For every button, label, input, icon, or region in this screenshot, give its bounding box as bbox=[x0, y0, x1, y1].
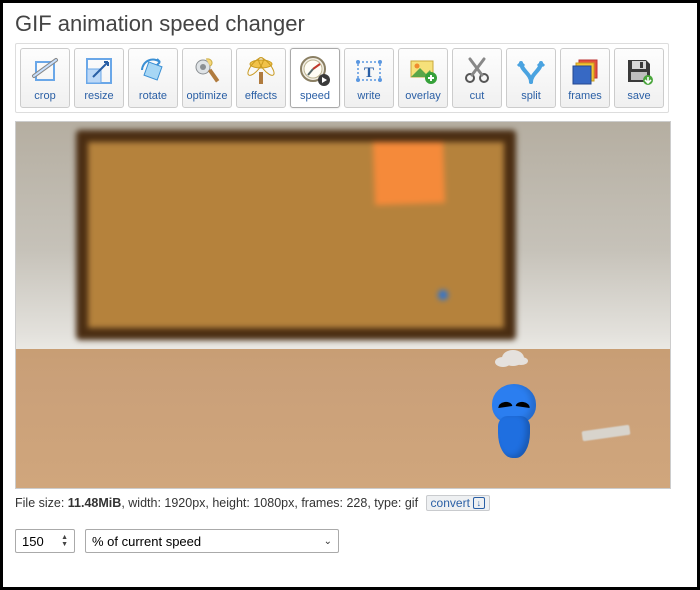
tool-label: write bbox=[357, 90, 380, 102]
preview-desk bbox=[16, 349, 670, 488]
tool-speed[interactable]: speed bbox=[290, 48, 340, 108]
height-value: 1080px bbox=[253, 496, 294, 510]
tool-label: frames bbox=[568, 90, 602, 102]
download-icon: ↓ bbox=[473, 497, 485, 509]
tool-label: cut bbox=[470, 90, 485, 102]
resize-icon bbox=[82, 54, 116, 88]
preview-corkboard bbox=[76, 130, 516, 340]
type-value: gif bbox=[405, 496, 418, 510]
width-label: , width: bbox=[121, 496, 164, 510]
file-info: File size: 11.48MiB, width: 1920px, heig… bbox=[15, 495, 685, 511]
tool-label: effects bbox=[245, 90, 277, 102]
frames-icon bbox=[568, 54, 602, 88]
speed-unit-selected: % of current speed bbox=[92, 534, 201, 549]
tool-save[interactable]: save bbox=[614, 48, 664, 108]
convert-label: convert bbox=[431, 496, 470, 510]
crop-icon bbox=[28, 54, 62, 88]
effects-icon bbox=[244, 54, 278, 88]
speed-value-input[interactable]: 150 ▲▼ bbox=[15, 529, 75, 553]
tool-crop[interactable]: crop bbox=[20, 48, 70, 108]
save-icon bbox=[622, 54, 656, 88]
page-title: GIF animation speed changer bbox=[15, 11, 685, 37]
tool-frames[interactable]: frames bbox=[560, 48, 610, 108]
tool-label: split bbox=[521, 90, 541, 102]
file-size-label: File size: bbox=[15, 496, 68, 510]
tool-label: save bbox=[627, 90, 650, 102]
gif-preview bbox=[15, 121, 671, 489]
frames-label: , frames: bbox=[294, 496, 346, 510]
split-icon bbox=[514, 54, 548, 88]
tool-overlay[interactable]: overlay bbox=[398, 48, 448, 108]
write-icon: T bbox=[352, 54, 386, 88]
tool-optimize[interactable]: optimize bbox=[182, 48, 232, 108]
rotate-icon bbox=[136, 54, 170, 88]
tool-rotate[interactable]: rotate bbox=[128, 48, 178, 108]
speed-icon bbox=[298, 54, 332, 88]
number-stepper-icon[interactable]: ▲▼ bbox=[61, 534, 68, 548]
chevron-down-icon: ⌄ bbox=[324, 536, 332, 547]
tool-cut[interactable]: cut bbox=[452, 48, 502, 108]
speed-value: 150 bbox=[22, 534, 44, 549]
tool-label: resize bbox=[84, 90, 113, 102]
optimize-icon bbox=[190, 54, 224, 88]
file-size-value: 11.48MiB bbox=[68, 496, 122, 510]
tool-label: overlay bbox=[405, 90, 440, 102]
height-label: , height: bbox=[205, 496, 253, 510]
tool-label: optimize bbox=[187, 90, 228, 102]
tool-label: speed bbox=[300, 90, 330, 102]
convert-button[interactable]: convert ↓ bbox=[426, 495, 490, 511]
speed-controls: 150 ▲▼ % of current speed ⌄ bbox=[15, 529, 685, 553]
tool-write[interactable]: T write bbox=[344, 48, 394, 108]
tool-effects[interactable]: effects bbox=[236, 48, 286, 108]
svg-text:T: T bbox=[364, 65, 374, 81]
preview-character bbox=[488, 372, 540, 458]
tool-resize[interactable]: resize bbox=[74, 48, 124, 108]
width-value: 1920px bbox=[164, 496, 205, 510]
frames-value: 228 bbox=[346, 496, 367, 510]
tool-label: crop bbox=[34, 90, 55, 102]
tool-label: rotate bbox=[139, 90, 167, 102]
tool-split[interactable]: split bbox=[506, 48, 556, 108]
cut-icon bbox=[460, 54, 494, 88]
overlay-icon bbox=[406, 54, 440, 88]
preview-smoke bbox=[502, 350, 524, 366]
speed-unit-select[interactable]: % of current speed ⌄ bbox=[85, 529, 339, 553]
toolbar: crop resize rotat bbox=[15, 43, 669, 113]
type-label: , type: bbox=[367, 496, 405, 510]
